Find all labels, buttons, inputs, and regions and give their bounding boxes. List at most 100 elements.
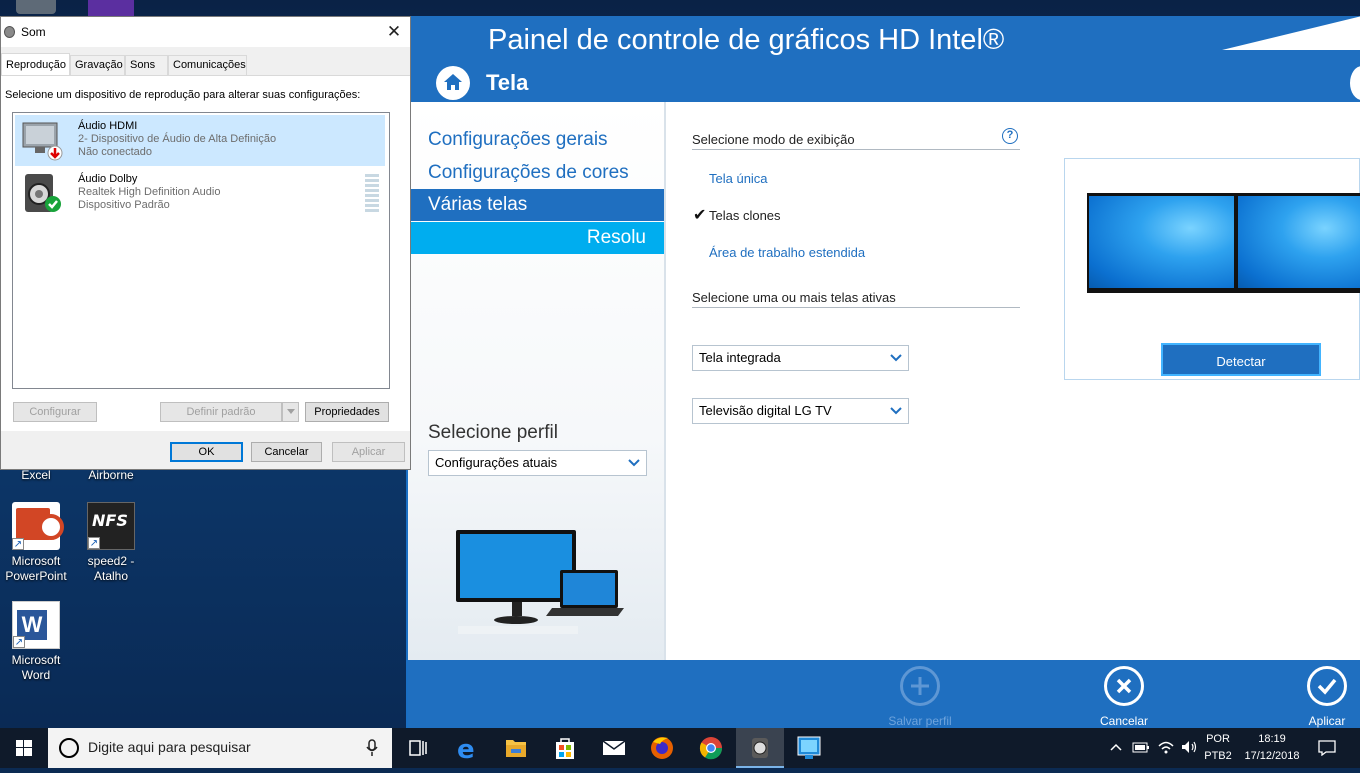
- intel-graphics-button[interactable]: [785, 728, 833, 768]
- chrome-button[interactable]: [687, 728, 735, 768]
- volume-icon[interactable]: [1180, 740, 1198, 754]
- profile-label: Selecione perfil: [428, 422, 558, 443]
- panel-title: Painel de controle de gráficos HD Intel®: [488, 24, 1005, 56]
- mail-button[interactable]: [590, 728, 638, 768]
- clock-time[interactable]: 18:19: [1240, 733, 1304, 745]
- cancel-button[interactable]: Cancelar: [1074, 660, 1174, 728]
- desktop-icon-label: Airborne: [88, 468, 134, 482]
- option-single-display[interactable]: Tela única: [709, 171, 768, 186]
- desktop-icon-label: speed2 - Atalho: [87, 554, 135, 583]
- store-button[interactable]: [541, 728, 589, 768]
- dialog-titlebar[interactable]: Som ✕: [1, 17, 410, 47]
- shortcut-arrow-icon: ↗: [12, 538, 24, 550]
- sidebar-item-general[interactable]: Configurações gerais: [428, 129, 608, 151]
- profile-select[interactable]: Configurações atuais: [428, 450, 647, 476]
- device-item-dolby[interactable]: Áudio Dolby Realtek High Definition Audi…: [15, 168, 385, 219]
- battery-icon[interactable]: [1132, 740, 1150, 754]
- wifi-icon[interactable]: [1158, 740, 1174, 754]
- display1-select[interactable]: Tela integrada: [692, 345, 909, 371]
- apply-label: Aplicar: [1308, 714, 1346, 728]
- volume-level-meter: [365, 174, 379, 214]
- speaker-icon: [752, 738, 768, 758]
- tab-communications[interactable]: Comunicações: [168, 55, 247, 75]
- home-icon: [444, 74, 462, 90]
- desktop-icon-airborne[interactable]: Airborne: [75, 468, 147, 483]
- word-icon: ↗: [12, 601, 60, 649]
- display2-select[interactable]: Televisão digital LG TV: [692, 398, 909, 424]
- displays-illustration: [456, 530, 624, 634]
- firefox-icon: [651, 737, 673, 759]
- ok-button[interactable]: OK: [170, 442, 243, 462]
- apply-button[interactable]: Aplicar: [332, 442, 405, 462]
- store-icon: [556, 738, 574, 759]
- shortcut-arrow-icon: ↗: [88, 537, 100, 549]
- notifications-icon[interactable]: [1318, 740, 1336, 756]
- intel-graphics-panel: Painel de controle de gráficos HD Intel®…: [406, 16, 1360, 728]
- windows-logo-icon: [16, 740, 32, 756]
- chevron-down-icon: [286, 409, 295, 414]
- sidebar-item-multiple-displays[interactable]: Várias telas: [408, 189, 664, 221]
- close-button[interactable]: ✕: [384, 21, 404, 43]
- sidebar-item-colors[interactable]: Configurações de cores: [428, 162, 629, 184]
- help-icon[interactable]: ?: [1002, 128, 1018, 144]
- intel-footer: Salvar perfil Cancelar Aplicar: [408, 660, 1360, 728]
- cloned-displays-preview: [1087, 193, 1360, 293]
- speaker-icon: [4, 26, 15, 38]
- desktop-icon-word[interactable]: ↗ Microsoft Word: [0, 601, 72, 683]
- microphone-icon[interactable]: [366, 739, 378, 757]
- chevron-up-icon[interactable]: [1110, 742, 1122, 752]
- desktop-icon-excel[interactable]: Excel: [0, 468, 72, 483]
- file-explorer-button[interactable]: [492, 728, 540, 768]
- set-default-dropdown[interactable]: [282, 402, 299, 422]
- save-profile-label: Salvar perfil: [888, 714, 952, 728]
- sound-settings-button[interactable]: [736, 728, 784, 768]
- chevron-down-icon: [890, 407, 902, 415]
- tab-recording[interactable]: Gravação: [70, 55, 125, 75]
- display-preview: Detectar: [1064, 158, 1360, 380]
- desktop-icon-label: Excel: [21, 468, 51, 482]
- properties-button[interactable]: Propriedades: [305, 402, 389, 422]
- edge-browser-button[interactable]: e: [443, 728, 491, 768]
- header-notch: [1222, 16, 1360, 50]
- sidebar-item-resolution[interactable]: Resolu: [408, 222, 664, 254]
- save-profile-button[interactable]: Salvar perfil: [870, 660, 970, 728]
- start-button[interactable]: [0, 728, 48, 768]
- display2-select-value: Televisão digital LG TV: [699, 403, 832, 418]
- svg-text:e: e: [457, 735, 475, 765]
- search-box[interactable]: Digite aqui para pesquisar: [48, 728, 392, 768]
- desktop-icon-label: Microsoft Word: [11, 653, 61, 682]
- desktop-icon-label: Microsoft PowerPoint: [5, 554, 67, 583]
- language-indicator[interactable]: POR: [1203, 733, 1233, 745]
- device-item-hdmi[interactable]: Áudio HDMI 2- Dispositivo de Áudio de Al…: [15, 115, 385, 166]
- desktop-icon-partial-1[interactable]: [16, 0, 56, 14]
- chevron-down-icon: [628, 459, 640, 467]
- set-default-button[interactable]: Definir padrão: [160, 402, 282, 422]
- configure-button[interactable]: Configurar: [13, 402, 97, 422]
- home-button[interactable]: [436, 66, 470, 100]
- dialog-title: Som: [21, 25, 46, 39]
- keyboard-layout-indicator[interactable]: PTB2: [1203, 750, 1233, 762]
- desktop-icon-speed2[interactable]: NFS ↗ speed2 - Atalho: [75, 502, 147, 584]
- option-extended-desktop[interactable]: Área de trabalho estendida: [709, 245, 865, 260]
- profile-select-value: Configurações atuais: [435, 455, 558, 470]
- checkmark-icon: ✔: [693, 207, 707, 224]
- search-placeholder: Digite aqui para pesquisar: [88, 739, 251, 755]
- edge-button[interactable]: [1350, 66, 1360, 100]
- task-view-button[interactable]: [394, 728, 442, 768]
- clock-date[interactable]: 17/12/2018: [1240, 750, 1304, 762]
- preview-screen-1: [1089, 196, 1234, 288]
- apply-button[interactable]: Aplicar: [1277, 660, 1360, 728]
- intel-graphics-icon: [797, 736, 821, 759]
- plus-icon: [900, 666, 940, 706]
- desktop-icon-powerpoint[interactable]: ↗ Microsoft PowerPoint: [0, 502, 72, 584]
- cancel-button[interactable]: Cancelar: [251, 442, 322, 462]
- detect-button[interactable]: Detectar: [1161, 343, 1321, 376]
- close-icon: [1104, 666, 1144, 706]
- mail-icon: [602, 740, 626, 755]
- tab-playback[interactable]: Reprodução: [1, 53, 70, 75]
- tab-sounds[interactable]: Sons: [125, 55, 168, 75]
- option-clone-displays[interactable]: Telas clones: [709, 208, 781, 223]
- desktop-icon-partial-2[interactable]: [88, 0, 134, 16]
- firefox-button[interactable]: [638, 728, 686, 768]
- taskbar: Digite aqui para pesquisar e POR PTB2 18…: [0, 728, 1360, 768]
